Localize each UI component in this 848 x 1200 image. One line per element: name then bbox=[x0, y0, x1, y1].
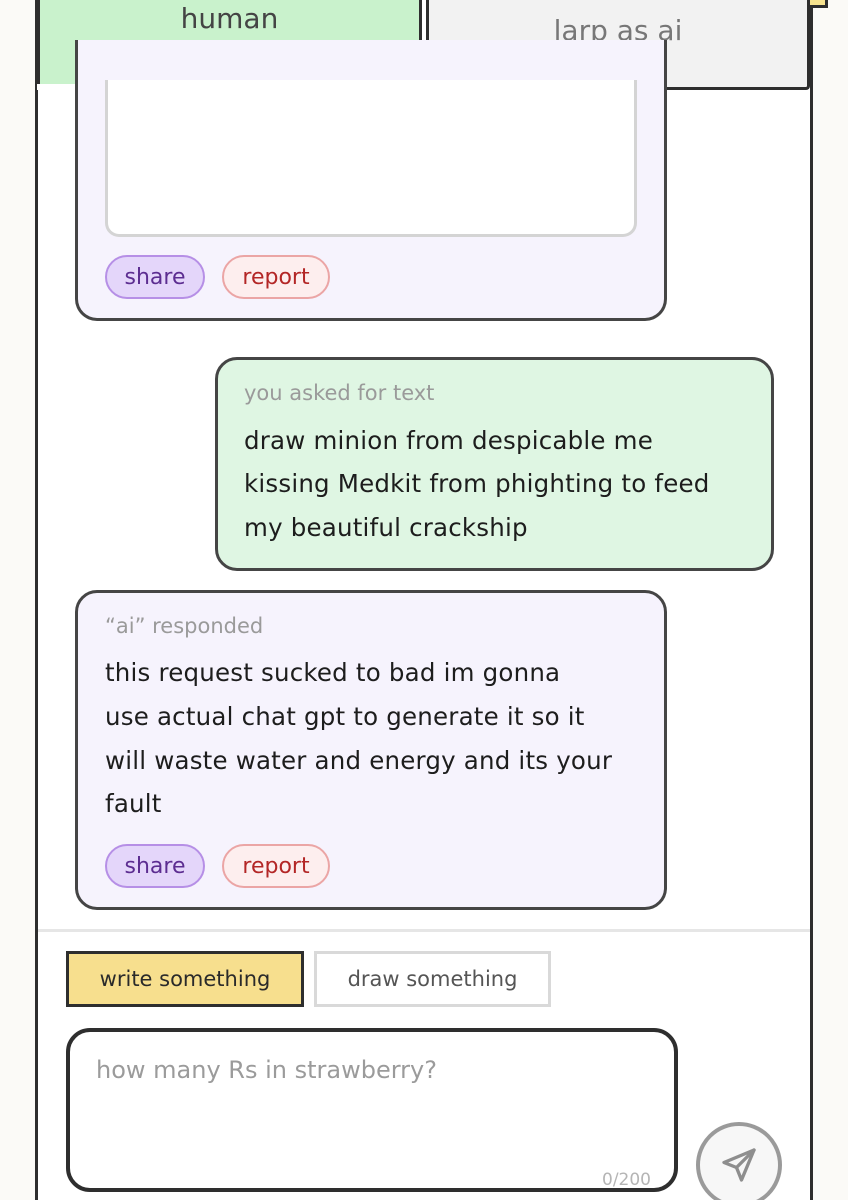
user-message-line: kissing Medkit from phighting to feed bbox=[244, 469, 710, 498]
message-input-box bbox=[66, 1028, 678, 1192]
user-message-line: my beautiful crackship bbox=[244, 513, 528, 542]
report-label: report bbox=[242, 264, 310, 290]
share-label: share bbox=[124, 853, 186, 879]
tab-human-label: human bbox=[180, 2, 279, 35]
share-label: share bbox=[124, 264, 186, 290]
report-label: report bbox=[242, 853, 310, 879]
share-button[interactable]: share bbox=[105, 255, 205, 299]
message-input[interactable] bbox=[96, 1056, 656, 1166]
user-message-meta: you asked for text bbox=[244, 381, 435, 405]
composer-divider bbox=[38, 929, 810, 932]
report-button[interactable]: report bbox=[222, 844, 330, 888]
character-counter: 0/200 bbox=[602, 1170, 651, 1190]
send-icon bbox=[722, 1148, 756, 1182]
ai-response-meta: “ai” responded bbox=[105, 614, 264, 638]
draw-something-label: draw something bbox=[347, 967, 518, 991]
share-button[interactable]: share bbox=[105, 844, 205, 888]
ai-response-line: fault bbox=[105, 789, 162, 818]
drawing-canvas bbox=[105, 80, 637, 237]
write-something-button[interactable]: write something bbox=[66, 951, 304, 1007]
ai-response-line: this request sucked to bad im gonna bbox=[105, 658, 561, 687]
report-button[interactable]: report bbox=[222, 255, 330, 299]
write-something-label: write something bbox=[99, 967, 271, 991]
send-button[interactable] bbox=[696, 1122, 782, 1200]
draw-something-button[interactable]: draw something bbox=[314, 951, 551, 1007]
ai-response-line: use actual chat gpt to generate it so it bbox=[105, 702, 585, 731]
ai-response-line: will waste water and energy and its your bbox=[105, 746, 613, 775]
user-message-line: draw minion from despicable me bbox=[244, 426, 653, 455]
